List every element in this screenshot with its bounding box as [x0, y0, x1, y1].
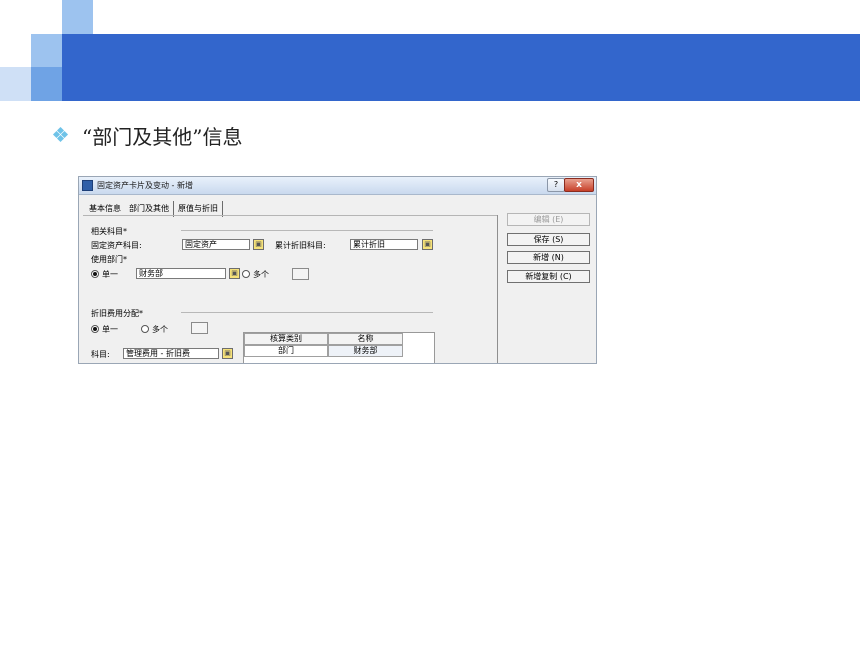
help-button[interactable]: ?: [547, 178, 565, 192]
group-divider: [181, 230, 433, 231]
use-dept-field[interactable]: 财务部: [136, 268, 226, 279]
table-row[interactable]: 部门 财务部: [244, 345, 434, 357]
radio-unselected-icon: [242, 269, 250, 278]
use-dept-ref-icon[interactable]: ▣: [229, 268, 240, 279]
depr-account-field[interactable]: 管理费用 - 折旧费: [123, 348, 219, 359]
dialog-title: 固定资产卡片及变动 - 新增: [97, 181, 193, 190]
panel-divider: [497, 215, 498, 363]
accum-depr-ref-icon[interactable]: ▣: [422, 239, 433, 250]
depr-alloc-multi-button[interactable]: [191, 322, 208, 334]
depr-account-ref-icon[interactable]: ▣: [222, 348, 233, 359]
use-dept-multi-radio[interactable]: 多个: [242, 269, 269, 280]
depr-alloc-label: 折旧费用分配*: [91, 309, 143, 318]
grid-header-row: 核算类别 名称: [244, 333, 434, 345]
radio-selected-icon: [91, 324, 99, 333]
related-accounts-label: 相关科目*: [91, 227, 127, 236]
header-square-2: [31, 34, 62, 67]
save-button[interactable]: 保存 (S): [507, 233, 590, 246]
grid-header-name: 名称: [328, 333, 403, 345]
depr-account-label: 科目:: [91, 350, 110, 359]
use-dept-label: 使用部门*: [91, 255, 127, 264]
use-dept-multi-button[interactable]: [292, 268, 309, 280]
tab-panel-border: [83, 215, 497, 216]
add-button[interactable]: 新增 (N): [507, 251, 590, 264]
edit-button[interactable]: 编辑 (E): [507, 213, 590, 226]
accum-depr-account-field[interactable]: 累计折旧: [350, 239, 418, 250]
grid-header-category: 核算类别: [244, 333, 328, 345]
grid-cell-name[interactable]: 财务部: [328, 345, 403, 357]
close-button[interactable]: x: [564, 178, 594, 192]
group-divider: [181, 312, 433, 313]
app-icon: [82, 180, 93, 191]
bullet-item: “部门及其他”信息: [52, 120, 243, 150]
slide-heading: “部门及其他”信息: [82, 124, 243, 149]
radio-selected-icon: [91, 269, 99, 278]
diamond-bullet-icon: [52, 126, 69, 143]
add-copy-button[interactable]: 新增复制 (C): [507, 270, 590, 283]
alloc-grid: 核算类别 名称 部门 财务部: [244, 333, 434, 357]
dialog-titlebar: 固定资产卡片及变动 - 新增 ? x: [79, 177, 596, 195]
asset-card-dialog: 固定资产卡片及变动 - 新增 ? x 基本信息 部门及其他 原值与折旧 相关科目…: [78, 176, 597, 364]
use-dept-single-radio[interactable]: 单一: [91, 269, 118, 280]
fixed-asset-account-label: 固定资产科目:: [91, 241, 142, 250]
depr-alloc-single-radio[interactable]: 单一: [91, 324, 118, 335]
radio-unselected-icon: [141, 324, 149, 333]
grid-cell-category[interactable]: 部门: [244, 345, 328, 357]
accum-depr-account-label: 累计折旧科目:: [275, 241, 326, 250]
header-square-1: [62, 0, 93, 34]
header-square-4: [0, 67, 31, 101]
depr-alloc-multi-radio[interactable]: 多个: [141, 324, 168, 335]
fixed-asset-account-field[interactable]: 固定资产: [182, 239, 250, 250]
header-square-5: [31, 67, 62, 101]
fixed-asset-ref-icon[interactable]: ▣: [253, 239, 264, 250]
header-band: [62, 34, 860, 101]
